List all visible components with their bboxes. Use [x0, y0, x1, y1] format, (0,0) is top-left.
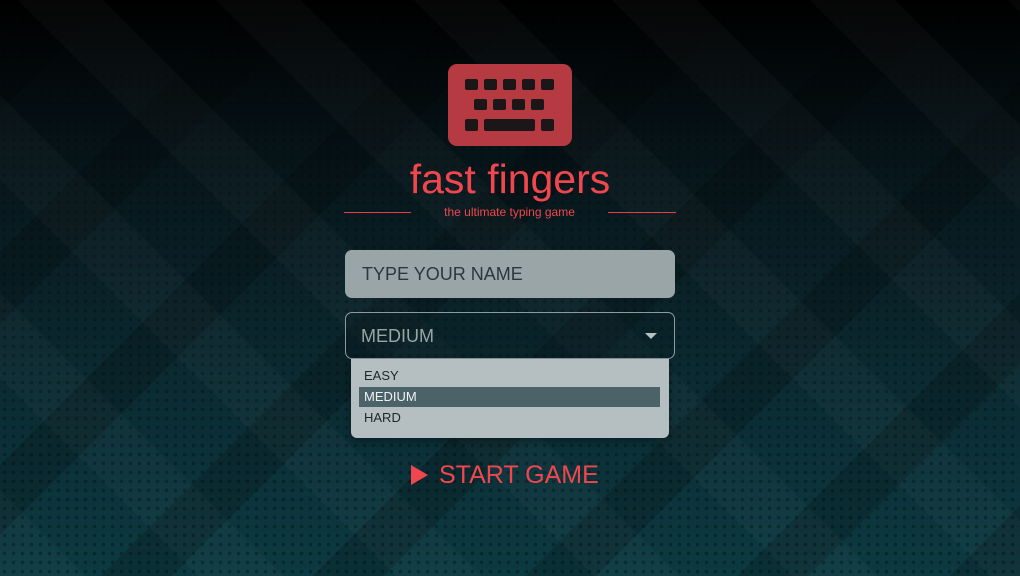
keyboard-icon: [465, 79, 554, 131]
play-icon: [411, 465, 428, 485]
difficulty-dropdown-menu: EASY MEDIUM HARD: [351, 359, 669, 438]
chevron-down-icon[interactable]: [645, 333, 657, 339]
tagline-row: the ultimate typing game: [344, 203, 676, 221]
difficulty-option-medium[interactable]: MEDIUM: [359, 387, 660, 407]
player-name-input[interactable]: [345, 250, 675, 298]
tagline: the ultimate typing game: [444, 205, 575, 219]
difficulty-selected-value: MEDIUM: [361, 326, 434, 346]
tagline-divider-right: [608, 212, 676, 213]
tagline-divider-left: [344, 212, 411, 213]
app-title: fast fingers: [409, 156, 611, 202]
difficulty-option-easy[interactable]: EASY: [359, 366, 660, 386]
keyboard-logo: [448, 64, 572, 146]
difficulty-option-hard[interactable]: HARD: [359, 408, 660, 428]
start-game-label: START GAME: [439, 461, 599, 489]
start-game-button[interactable]: START GAME: [405, 456, 615, 494]
difficulty-select[interactable]: MEDIUM: [345, 312, 675, 359]
